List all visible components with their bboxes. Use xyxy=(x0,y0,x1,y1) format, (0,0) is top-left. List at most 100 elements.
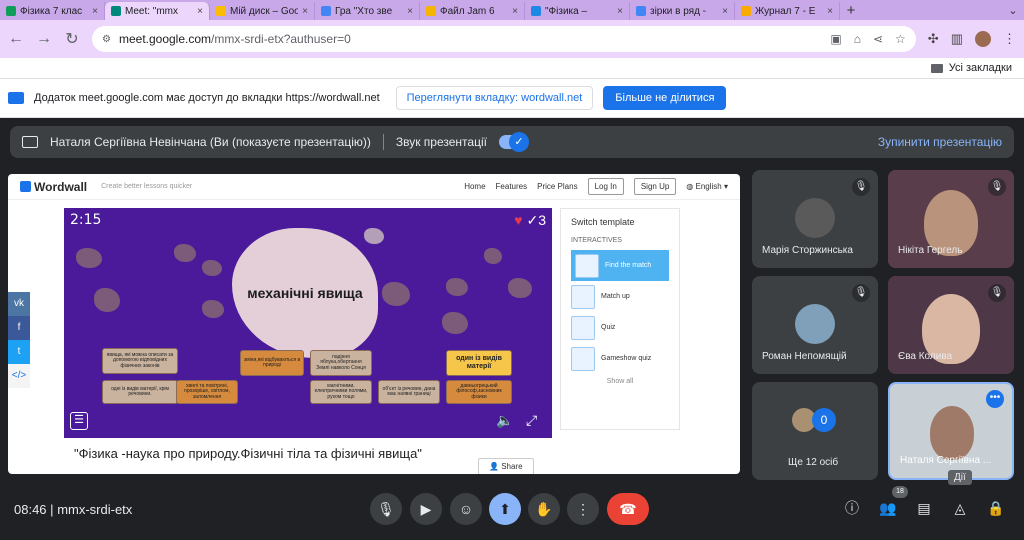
new-tab-button[interactable]: + xyxy=(840,2,862,20)
more-avatars: 0 xyxy=(792,408,836,432)
participant-tile[interactable]: 🎙 Марія Сторжинська xyxy=(752,170,878,268)
people-icon[interactable]: 👥 xyxy=(878,498,898,518)
globe-icon: ◍ xyxy=(686,182,696,191)
answer-card[interactable]: зміни,які відбуваються в природі xyxy=(240,350,304,376)
template-gameshow-quiz[interactable]: Gameshow quiz xyxy=(561,343,679,374)
star-icon[interactable]: ☆ xyxy=(895,32,906,46)
host-controls-icon[interactable]: 🔒 xyxy=(986,498,1006,518)
browser-tab[interactable]: Журнал 7 - Е × xyxy=(735,2,840,20)
all-bookmarks-link[interactable]: Усі закладки xyxy=(949,62,1012,74)
login-button[interactable]: Log In xyxy=(587,178,624,195)
more-participants-tile[interactable]: 0 Ще 12 осіб xyxy=(752,382,878,480)
tab-favicon-icon xyxy=(741,6,751,16)
lives-value: 3 xyxy=(538,212,546,228)
tab-title: Meet: "mmx xyxy=(125,5,178,17)
language-select[interactable]: ◍ English ▾ xyxy=(686,182,728,191)
chat-icon[interactable]: ▤ xyxy=(914,498,934,518)
share-icon[interactable]: ⋖ xyxy=(873,32,883,46)
site-info-icon[interactable]: ⚙ xyxy=(102,34,111,45)
answer-card[interactable]: падіння яблука,обертання Землі навколо С… xyxy=(310,350,372,376)
participant-tile[interactable]: 🎙 Роман Непомящій xyxy=(752,276,878,374)
shared-screen: Wordwall Create better lessons quicker H… xyxy=(8,174,740,474)
address-bar[interactable]: ⚙ meet.google.com/mmx-srdi-etx?authuser=… xyxy=(92,26,916,52)
interactives-label: INTERACTIVES xyxy=(571,237,622,244)
signup-button[interactable]: Sign Up xyxy=(633,178,677,195)
tab-search-icon[interactable]: ⌄ xyxy=(1002,2,1024,20)
template-find-the-match[interactable]: Find the match xyxy=(571,250,669,281)
answer-card[interactable]: одні із видів матерії, крім речовини. xyxy=(102,380,178,404)
answer-card[interactable]: явища, які можна описати за допомогою ві… xyxy=(102,348,178,374)
template-match-up[interactable]: Match up xyxy=(561,281,679,312)
show-all-link[interactable]: Show all xyxy=(561,374,679,385)
self-tile[interactable]: ••• Наталя Сергіївна ... xyxy=(888,382,1014,480)
more-options-icon[interactable]: ••• xyxy=(986,390,1004,408)
url-path: /mmx-srdi-etx?authuser=0 xyxy=(211,32,351,46)
facebook-icon[interactable]: f xyxy=(8,316,30,340)
profile-icon[interactable] xyxy=(975,31,991,47)
browser-tab[interactable]: Meet: "mmx × xyxy=(105,2,210,20)
nav-home[interactable]: Home xyxy=(464,182,485,191)
close-tab-icon[interactable]: × xyxy=(617,6,623,17)
answer-card[interactable]: один із видів матерії xyxy=(446,350,512,376)
microphone-button[interactable]: 🎙 xyxy=(370,493,402,525)
raise-hand-button[interactable]: ✋ xyxy=(528,493,560,525)
participant-tile[interactable]: 🎙 Єва Колива xyxy=(888,276,1014,374)
tab-title: "Фізика – xyxy=(545,5,588,17)
close-tab-icon[interactable]: × xyxy=(92,6,98,17)
emoji-button[interactable]: ☺ xyxy=(450,493,482,525)
close-tab-icon[interactable]: × xyxy=(197,6,203,17)
stop-presenting-button[interactable]: Зупинити презентацію xyxy=(878,135,1002,149)
asteroid xyxy=(202,260,222,276)
lives-counter: ♥ ✓3 xyxy=(514,212,546,228)
close-tab-icon[interactable]: × xyxy=(722,6,728,17)
forward-icon[interactable]: → xyxy=(36,30,52,48)
menu-icon[interactable]: ☰ xyxy=(70,412,88,430)
close-tab-icon[interactable]: × xyxy=(827,6,833,17)
view-tab-button[interactable]: Переглянути вкладку: wordwall.net xyxy=(395,86,594,110)
close-tab-icon[interactable]: × xyxy=(302,6,308,17)
game-board[interactable]: 2:15 ♥ ✓3 механічні явища явища, які мож… xyxy=(64,208,552,438)
presentation-audio-toggle[interactable]: ✓ xyxy=(498,132,529,152)
browser-tab[interactable]: зірки в ряд - × xyxy=(630,2,735,20)
nav-features[interactable]: Features xyxy=(496,182,528,191)
browser-tab[interactable]: Гра "Хто зве × xyxy=(315,2,420,20)
reload-icon[interactable]: ↻ xyxy=(64,29,80,49)
sound-icon[interactable]: 🔈 xyxy=(496,412,513,429)
side-panel-icon[interactable]: ▥ xyxy=(951,31,963,47)
fullscreen-icon[interactable]: ⤢ xyxy=(526,412,537,429)
close-tab-icon[interactable]: × xyxy=(407,6,413,17)
answer-card[interactable]: об'єкт із речовин, дана має наявні грани… xyxy=(378,380,440,404)
stop-sharing-button[interactable]: Більше не ділитися xyxy=(603,86,727,110)
twitter-icon[interactable]: t xyxy=(8,340,30,364)
answer-card-text: одні із видів матерії, крім речовини. xyxy=(111,385,169,397)
target-asteroid: механічні явища xyxy=(232,228,378,358)
browser-tab[interactable]: Файл Jam 6 × xyxy=(420,2,525,20)
meeting-details-icon[interactable]: ⓘ xyxy=(842,498,862,518)
asteroid xyxy=(484,248,502,264)
nav-price-plans[interactable]: Price Plans xyxy=(537,182,577,191)
present-button[interactable]: ⬆ xyxy=(489,493,521,525)
extensions-icon[interactable]: ✣ xyxy=(928,31,939,47)
end-call-button[interactable]: ☎ xyxy=(607,493,649,525)
translate-icon[interactable]: ⌂ xyxy=(854,32,861,46)
camera-button[interactable]: ▶ xyxy=(410,493,442,525)
answer-card[interactable]: хвилі та повітряні, прозоріше, світлом, … xyxy=(176,380,238,404)
back-icon[interactable]: ← xyxy=(8,30,24,48)
browser-tab[interactable]: "Фізика – × xyxy=(525,2,630,20)
more-options-button[interactable]: ⋮ xyxy=(567,493,599,525)
wordwall-logo[interactable]: Wordwall xyxy=(20,180,87,194)
close-tab-icon[interactable]: × xyxy=(512,6,518,17)
answer-card[interactable]: давньогрецький філософ,засновник фізики xyxy=(446,380,512,404)
share-button[interactable]: 👤 Share xyxy=(478,458,534,474)
answer-card-text: хвилі та повітряні, прозоріше, світлом, … xyxy=(184,382,230,400)
camera-icon[interactable]: ▣ xyxy=(830,32,841,46)
browser-tab[interactable]: Фізика 7 клас × xyxy=(0,2,105,20)
participant-tile[interactable]: 🎙 Нікіта Гергель xyxy=(888,170,1014,268)
answer-card[interactable]: магнітними, електричними полями, рухом т… xyxy=(310,380,372,404)
vk-icon[interactable]: vk xyxy=(8,292,30,316)
activities-icon[interactable]: ◬ xyxy=(950,498,970,518)
embed-icon[interactable]: </> xyxy=(8,364,30,388)
browser-tab[interactable]: Мій диск – Goo × xyxy=(210,2,315,20)
chrome-menu-icon[interactable]: ⋮ xyxy=(1003,31,1016,47)
template-quiz[interactable]: Quiz xyxy=(561,312,679,343)
